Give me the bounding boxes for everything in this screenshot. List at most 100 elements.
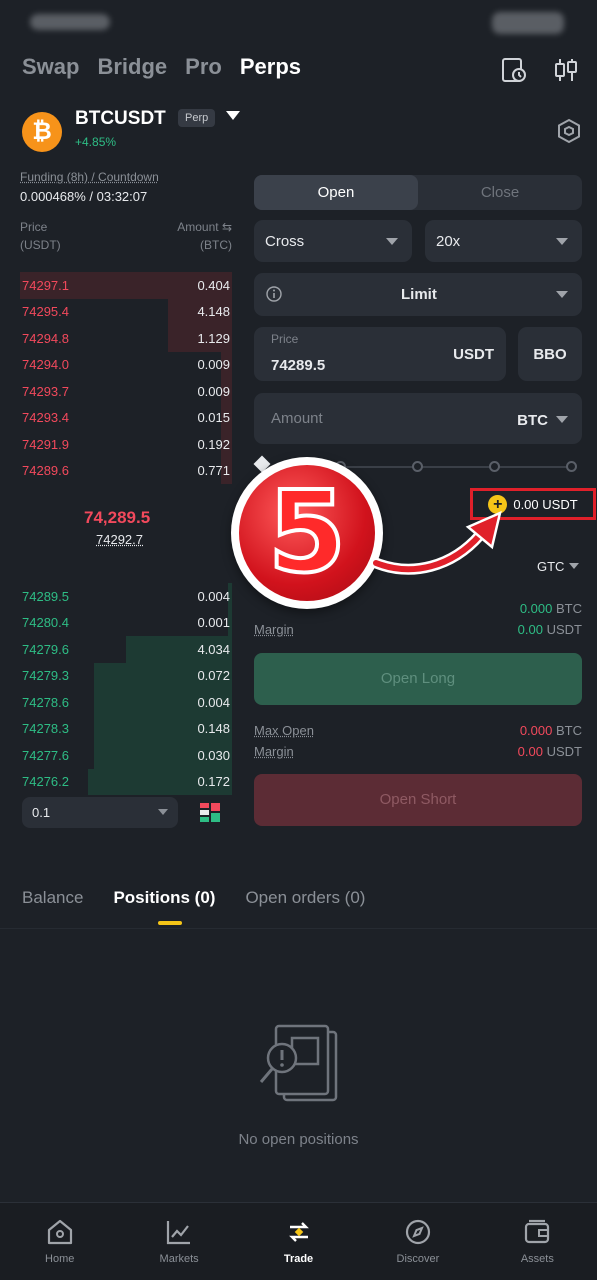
account-tabs: Balance Positions (0) Open orders (0) [22, 888, 365, 908]
bid-amount: 0.001 [197, 615, 230, 631]
bid-row[interactable]: 74278.6 0.004 [20, 689, 232, 716]
slider-step-100[interactable] [566, 461, 577, 472]
price-input-label: Price [271, 332, 299, 346]
ask-row[interactable]: 74295.4 4.148 [20, 298, 232, 325]
amount-unit-select[interactable]: BTC [517, 412, 548, 429]
bottom-nav-markets[interactable]: Markets [119, 1203, 238, 1280]
margin-mode-value: Cross [265, 233, 305, 250]
available-balance: 0.00 USDT [513, 496, 578, 512]
ask-row[interactable]: 74291.9 0.192 [20, 431, 232, 458]
step-number: 5 [266, 466, 348, 600]
bid-row[interactable]: 74277.6 0.030 [20, 742, 232, 769]
close-tab[interactable]: Close [418, 175, 582, 210]
order-book-header: Price (USDT) Amount ⇆ (BTC) [20, 218, 232, 254]
open-long-button[interactable]: Open Long [254, 653, 582, 705]
bid-row[interactable]: 74278.3 0.148 [20, 715, 232, 742]
bid-row[interactable]: 74279.6 4.034 [20, 636, 232, 663]
nav-bridge[interactable]: Bridge [97, 54, 167, 80]
precision-select[interactable]: 0.1 [22, 797, 178, 828]
open-short-button[interactable]: Open Short [254, 774, 582, 826]
order-book: Funding (8h) / Countdown 0.000468% / 03:… [20, 170, 232, 795]
bottom-nav-discover[interactable]: Discover [358, 1203, 477, 1280]
slider-step-50[interactable] [412, 461, 423, 472]
chevron-down-icon [556, 238, 568, 245]
funding-label[interactable]: Funding (8h) / Countdown [20, 170, 232, 184]
ask-price: 74294.8 [22, 330, 69, 346]
nav-pro[interactable]: Pro [185, 54, 222, 80]
bid-amount: 4.034 [197, 641, 230, 657]
bottom-nav-assets[interactable]: Assets [478, 1203, 597, 1280]
ask-price: 74295.4 [22, 304, 69, 320]
ask-amount: 0.015 [197, 410, 230, 426]
margin-mode-select[interactable]: Cross [254, 220, 412, 262]
settings-hexagon-icon[interactable] [556, 118, 582, 144]
ask-price: 74294.0 [22, 357, 69, 373]
chevron-down-icon [556, 416, 568, 423]
status-time-blurred [30, 14, 110, 30]
bid-amount: 0.004 [197, 694, 230, 710]
last-price: 74,289.5 [84, 508, 151, 527]
ask-amount: 4.148 [197, 304, 230, 320]
price-input[interactable]: Price 74289.5 USDT [254, 327, 506, 381]
bbo-label: BBO [533, 346, 567, 363]
markets-icon [167, 1221, 191, 1245]
short-max-open-row: Max Open 0.000 BTC [254, 723, 582, 738]
ask-row[interactable]: 74293.7 0.009 [20, 378, 232, 405]
btc-coin-icon: ₿ [22, 112, 62, 152]
tab-positions[interactable]: Positions (0) [113, 888, 215, 908]
nav-perps[interactable]: Perps [240, 54, 301, 80]
time-in-force-select[interactable]: GTC [537, 559, 564, 574]
ask-row[interactable]: 74294.8 1.129 [20, 325, 232, 352]
orderbook-layout-icon[interactable] [198, 800, 222, 824]
ask-amount: 0.009 [197, 357, 230, 373]
tab-divider [0, 928, 597, 929]
bottom-nav-trade[interactable]: Trade [239, 1203, 358, 1280]
info-icon[interactable] [266, 286, 282, 302]
ask-price: 74289.6 [22, 463, 69, 479]
pair-symbol[interactable]: BTCUSDT [75, 108, 166, 130]
price-input-value: 74289.5 [271, 357, 326, 374]
open-tab[interactable]: Open [254, 175, 418, 210]
order-type-select[interactable]: Limit [254, 273, 582, 316]
bottom-nav-home[interactable]: Home [0, 1203, 119, 1280]
short-margin-label: Margin [254, 744, 294, 759]
tab-balance[interactable]: Balance [22, 888, 83, 908]
ask-rows: 74297.1 0.404 74295.4 4.148 74294.8 1.129 7429… [20, 272, 232, 484]
empty-state-text: No open positions [238, 1131, 359, 1148]
ask-price: 74297.1 [22, 277, 69, 293]
ask-row[interactable]: 74293.4 0.015 [20, 404, 232, 431]
ask-price: 74291.9 [22, 436, 69, 452]
pair-header: ₿ BTCUSDT Perp +4.85% [22, 108, 582, 154]
ask-row[interactable]: 74289.6 0.771 [20, 457, 232, 484]
nav-swap[interactable]: Swap [22, 54, 79, 80]
long-margin-label: Margin [254, 622, 294, 637]
bid-row[interactable]: 74279.3 0.072 [20, 662, 232, 689]
bid-price: 74279.3 [22, 668, 69, 684]
ask-row[interactable]: 74297.1 0.404 [20, 272, 232, 299]
bid-row[interactable]: 74280.4 0.001 [20, 609, 232, 636]
price-header: Price [20, 220, 48, 234]
amount-header-toggle[interactable]: Amount ⇆ [177, 218, 232, 236]
ask-row[interactable]: 74294.0 0.009 [20, 351, 232, 378]
mark-price[interactable]: 74292.7 [84, 532, 150, 547]
tab-open-orders[interactable]: Open orders (0) [245, 888, 365, 908]
ask-amount: 0.192 [197, 436, 230, 452]
chevron-down-icon [386, 238, 398, 245]
bid-row[interactable]: 74289.5 0.004 [20, 583, 232, 610]
status-icons-blurred [492, 12, 564, 34]
bbo-button[interactable]: BBO [518, 327, 582, 381]
bottom-nav-markets-label: Markets [159, 1253, 199, 1265]
history-clock-icon[interactable] [500, 56, 528, 84]
bid-row[interactable]: 74276.2 0.172 [20, 768, 232, 795]
amount-input-placeholder: Amount [271, 410, 323, 427]
chevron-down-icon [569, 563, 579, 569]
ask-amount: 1.129 [197, 330, 230, 346]
leverage-select[interactable]: 20x [425, 220, 582, 262]
pair-dropdown-caret-icon[interactable] [226, 111, 240, 120]
candlestick-chart-icon[interactable] [552, 56, 580, 84]
active-tab-indicator [158, 921, 182, 925]
amount-input[interactable]: Amount BTC [254, 393, 582, 444]
slider-step-75[interactable] [489, 461, 500, 472]
bid-amount: 0.072 [197, 668, 230, 684]
bid-price: 74280.4 [22, 615, 69, 631]
